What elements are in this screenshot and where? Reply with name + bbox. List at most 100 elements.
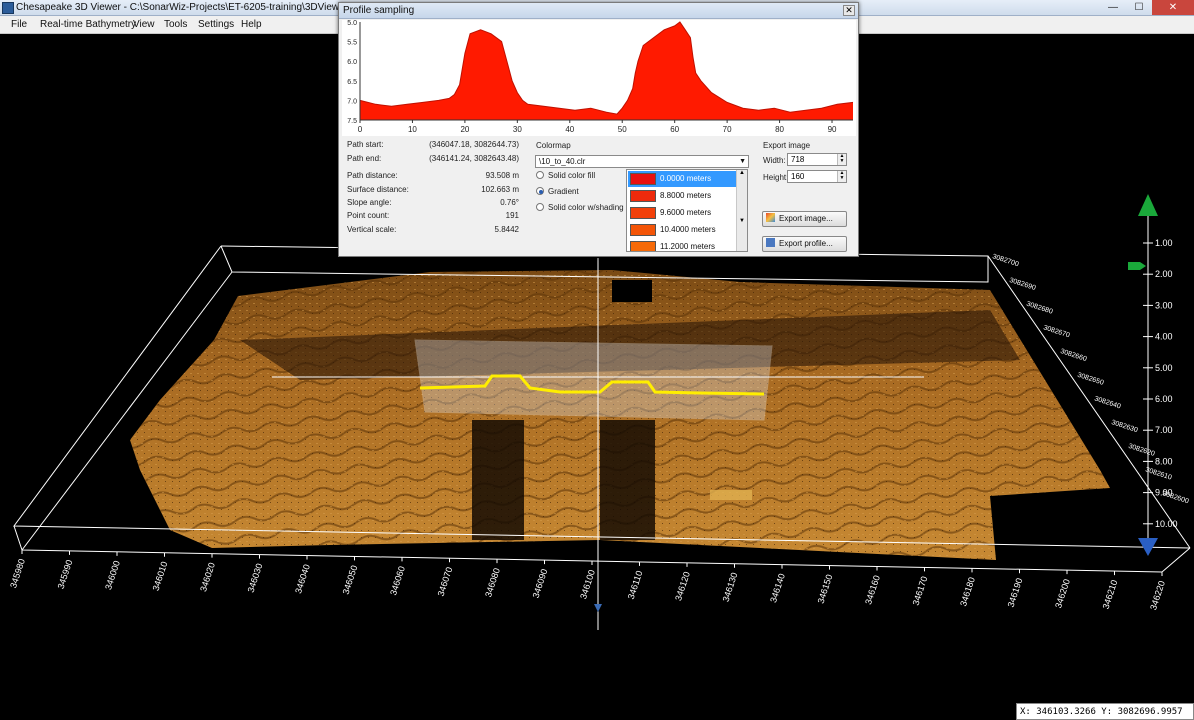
y-tick-label: 6.5 — [347, 79, 357, 86]
y-tick-label: 7.0 — [347, 98, 357, 105]
color-swatch[interactable] — [630, 207, 656, 219]
export-image-button[interactable]: Export image... — [762, 211, 847, 227]
radio-solid-color-shading[interactable]: Solid color w/shading — [536, 203, 624, 212]
path-start-label: Path start: — [347, 140, 384, 149]
width-stepper[interactable]: 718 ▲ ▼ — [787, 153, 847, 166]
colormap-entry[interactable]: 11.2000 meters — [628, 239, 736, 251]
colormap-entry[interactable]: 10.4000 meters — [628, 222, 736, 238]
profile-series-area — [360, 22, 853, 115]
profile-chart[interactable]: 0 10 20 30 40 50 60 70 80 90 5.0 5.5 6.0 6.5 7.0 7.5 — [342, 20, 856, 136]
y-axis-tick-label: 3082610 — [1144, 467, 1172, 482]
z-max-arrow-icon[interactable] — [1138, 194, 1158, 216]
colormap-label: Colormap — [536, 141, 571, 150]
z-axis-tick-label: 10.00 — [1155, 519, 1178, 529]
colormap-entry-list[interactable]: 0.0000 meters 8.8000 meters 9.6000 meter… — [626, 169, 748, 252]
menu-realtime-bathymetry[interactable]: Real-time Bathymetry — [40, 19, 136, 30]
minimize-button[interactable]: — — [1100, 0, 1126, 15]
x-tick-label: 90 — [828, 125, 837, 134]
height-stepper[interactable]: 160 ▲ ▼ — [787, 170, 847, 183]
radio-solid-color-fill[interactable]: Solid color fill — [536, 171, 595, 180]
radio-label: Gradient — [548, 187, 579, 196]
x-axis-tick-label: 346220 — [1148, 580, 1167, 612]
z-axis: 1.00 2.00 3.00 4.00 5.00 6.00 7.00 8.00 9.00 10.0… — [1128, 194, 1178, 556]
z-axis-tick-label: 3.00 — [1155, 300, 1173, 310]
menu-view[interactable]: View — [133, 19, 155, 30]
x-axis-tick-label: 346210 — [1101, 579, 1120, 611]
vertical-scale-value: 5.8442 — [494, 225, 519, 234]
x-tick-label: 60 — [670, 125, 679, 134]
z-level-marker-icon[interactable] — [1128, 262, 1146, 270]
stepper-arrows-icon[interactable]: ▲ ▼ — [837, 154, 846, 165]
app-icon — [2, 2, 14, 14]
x-axis-tick-label: 346020 — [198, 561, 217, 593]
y-axis-tick-label: 3082700 — [991, 253, 1019, 268]
colormap-entry[interactable]: 0.0000 meters — [628, 171, 736, 187]
color-swatch[interactable] — [630, 224, 656, 236]
menu-help[interactable]: Help — [241, 19, 262, 30]
color-swatch[interactable] — [630, 173, 656, 185]
profile-icon — [766, 238, 775, 247]
dialog-title: Profile sampling — [343, 5, 415, 16]
y-axis-tick-label: 3082670 — [1042, 324, 1070, 339]
path-start-value: (346047.18, 3082644.73) — [429, 140, 519, 149]
x-axis-tick-label: 346150 — [816, 573, 835, 605]
x-coord-value: 346103.3266 — [1036, 707, 1096, 717]
radio-indicator — [536, 171, 544, 179]
maximize-button[interactable]: ☐ — [1126, 0, 1152, 15]
x-axis-tick-label: 346050 — [341, 564, 360, 596]
x-axis-tick-label: 346030 — [246, 562, 265, 594]
point-count-label: Point count: — [347, 211, 390, 220]
x-axis-tick-label: 346040 — [293, 563, 312, 595]
x-tick-label: 70 — [723, 125, 732, 134]
point-count-value: 191 — [505, 211, 519, 220]
x-tick-label: 10 — [408, 125, 417, 134]
export-image-button-label: Export image... — [779, 214, 833, 223]
x-axis-tick-label: 346080 — [483, 567, 502, 599]
radio-label: Solid color w/shading — [548, 203, 624, 212]
x-tick-label: 50 — [618, 125, 627, 134]
z-axis-tick-label: 2.00 — [1155, 269, 1173, 279]
menu-settings[interactable]: Settings — [198, 19, 234, 30]
x-axis-tick-label: 346090 — [531, 568, 550, 600]
z-axis-tick-label: 5.00 — [1155, 363, 1173, 373]
radio-indicator — [536, 203, 544, 211]
radio-gradient[interactable]: Gradient — [536, 187, 579, 196]
image-icon — [766, 213, 775, 222]
color-swatch[interactable] — [630, 241, 656, 251]
menu-tools[interactable]: Tools — [164, 19, 187, 30]
y-tick-label: 7.5 — [347, 118, 357, 125]
colormap-entry-label: 10.4000 meters — [660, 225, 716, 234]
export-image-label: Export image — [763, 141, 811, 150]
cursor-marker-icon — [594, 604, 602, 612]
y-tick-label: 5.0 — [347, 20, 357, 27]
y-axis-tick-label: 3082660 — [1059, 348, 1087, 363]
y-tick-label: 5.5 — [347, 40, 357, 47]
colormap-entry-label: 11.2000 meters — [660, 242, 715, 251]
y-axis-tick-label: 3082620 — [1127, 443, 1155, 458]
menu-file[interactable]: File — [11, 19, 27, 30]
z-axis-tick-label: 9.00 — [1155, 488, 1173, 498]
colormap-select[interactable]: \10_to_40.clr ▼ — [535, 155, 749, 168]
y-axis-tick-label: 3082690 — [1008, 277, 1036, 292]
vertical-scale-label: Vertical scale: — [347, 225, 397, 234]
x-axis-tick-label: 345990 — [56, 558, 75, 590]
x-axis-tick-label: 346130 — [721, 571, 740, 603]
stepper-arrows-icon[interactable]: ▲ ▼ — [837, 171, 846, 182]
colormap-list-scrollbar[interactable]: ▲ ▼ — [736, 170, 747, 251]
width-value: 718 — [791, 155, 805, 164]
close-window-button[interactable]: ✕ — [1152, 0, 1194, 15]
x-axis-tick-label: 346170 — [911, 575, 930, 607]
x-tick-label: 80 — [775, 125, 784, 134]
colormap-entry[interactable]: 9.6000 meters — [628, 205, 736, 221]
x-coord-label: X: — [1020, 707, 1031, 717]
height-label: Height: — [763, 173, 789, 182]
export-profile-button[interactable]: Export profile... — [762, 236, 847, 252]
radio-label: Solid color fill — [548, 171, 596, 180]
path-distance-label: Path distance: — [347, 171, 398, 180]
z-axis-tick-label: 7.00 — [1155, 425, 1173, 435]
dialog-close-button[interactable]: ✕ — [843, 5, 855, 16]
x-axis-tick-label: 346120 — [673, 570, 692, 602]
path-end-value: (346141.24, 3082643.48) — [429, 154, 519, 163]
color-swatch[interactable] — [630, 190, 656, 202]
colormap-entry[interactable]: 8.8000 meters — [628, 188, 736, 204]
